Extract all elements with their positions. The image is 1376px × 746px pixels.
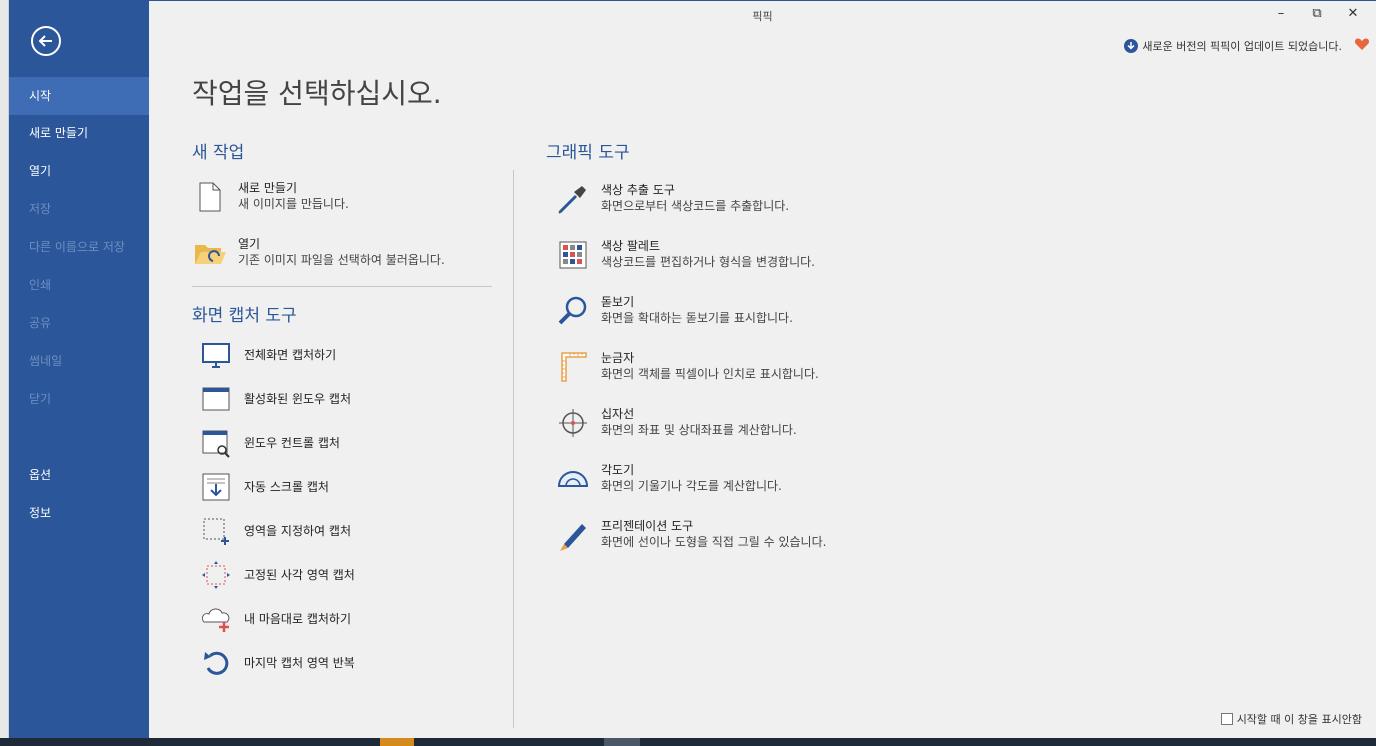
graphic-item-ruler[interactable]: 눈금자 화면의 객체를 픽셀이나 인치로 표시합니다. <box>555 350 819 384</box>
sidebar-item-new[interactable]: 새로 만들기 <box>9 114 149 152</box>
new-task-title: 새 작업 <box>192 143 245 163</box>
column-divider <box>513 170 514 728</box>
taskbar-app-button[interactable] <box>604 738 640 746</box>
capture-item-freehand[interactable]: 내 마음대로 캡처하기 <box>198 602 351 636</box>
presentation-desc: 화면에 선이나 도형을 직접 그릴 수 있습니다. <box>601 535 827 549</box>
open-item[interactable]: 열기 기존 이미지 파일을 선택하여 불러옵니다. <box>192 236 445 270</box>
checkbox-box[interactable] <box>1220 713 1233 725</box>
capture-item-active-window[interactable]: 활성화된 윈도우 캡처 <box>198 382 351 416</box>
sidebar-item-start[interactable]: 시작 <box>9 77 149 115</box>
eyedropper-desc: 화면으로부터 색상코드를 추출합니다. <box>601 199 790 213</box>
capture-window-control-label: 윈도우 컨트롤 캡처 <box>244 436 340 450</box>
desktop-edge <box>0 0 9 746</box>
pen-icon <box>560 524 586 551</box>
dont-show-checkbox[interactable]: 시작할 때 이 창을 표시안함 <box>1220 711 1362 727</box>
sidebar-item-save[interactable]: 저장 <box>9 190 149 228</box>
presentation-label: 프리젠테이션 도구 <box>601 519 694 533</box>
graphic-item-eyedropper[interactable]: 색상 추출 도구 화면으로부터 색상코드를 추출합니다. <box>555 182 789 216</box>
new-file-icon <box>199 182 221 212</box>
capture-fixed-region-label: 고정된 사각 영역 캡처 <box>244 568 355 582</box>
capture-fullscreen-label: 전체화면 캡처하기 <box>244 348 337 362</box>
freehand-capture-icon <box>201 608 230 632</box>
capture-item-fixed-region[interactable]: 고정된 사각 영역 캡처 <box>198 558 355 592</box>
palette-desc: 색상코드를 편집하거나 형식을 변경합니다. <box>601 255 815 269</box>
crosshair-icon <box>559 409 587 437</box>
fixed-region-icon <box>202 561 230 589</box>
magnifier-desc: 화면을 확대하는 돋보기를 표시합니다. <box>601 311 793 325</box>
graphic-item-presentation[interactable]: 프리젠테이션 도구 화면에 선이나 도형을 직접 그릴 수 있습니다. <box>555 518 826 552</box>
taskbar <box>0 738 1376 746</box>
palette-icon <box>559 241 587 269</box>
close-button[interactable]: ✕ <box>1342 6 1364 26</box>
region-capture-icon <box>203 518 229 545</box>
ruler-icon <box>561 352 587 382</box>
window-top-border <box>149 0 1376 1</box>
palette-label: 색상 팔레트 <box>601 239 661 253</box>
dont-show-label: 시작할 때 이 창을 표시안함 <box>1236 713 1362 726</box>
repeat-capture-icon <box>204 651 229 675</box>
capture-repeat-label: 마지막 캡처 영역 반복 <box>244 656 355 670</box>
magnifier-label: 돋보기 <box>601 295 635 309</box>
crosshair-desc: 화면의 좌표 및 상대좌표를 계산합니다. <box>601 423 797 437</box>
window-control-icon <box>202 430 230 458</box>
ruler-desc: 화면의 객체를 픽셀이나 인치로 표시합니다. <box>601 367 819 381</box>
download-icon <box>1124 39 1139 53</box>
monitor-icon <box>202 343 230 368</box>
heart-icon[interactable] <box>1354 36 1370 52</box>
arrow-left-icon <box>38 35 52 47</box>
capture-item-fullscreen[interactable]: 전체화면 캡처하기 <box>198 338 336 372</box>
capture-active-window-label: 활성화된 윈도우 캡처 <box>244 392 351 406</box>
capture-item-scroll[interactable]: 자동 스크롤 캡처 <box>198 470 329 504</box>
eyedropper-label: 색상 추출 도구 <box>601 183 675 197</box>
restore-button[interactable]: ⧉ <box>1306 6 1328 26</box>
page-title: 작업을 선택하십시오. <box>192 77 442 110</box>
capture-scroll-label: 자동 스크롤 캡처 <box>244 480 329 494</box>
new-file-desc: 새 이미지를 만듭니다. <box>238 197 349 211</box>
sidebar-item-info[interactable]: 정보 <box>9 494 149 532</box>
crosshair-label: 십자선 <box>601 407 635 421</box>
eyedropper-icon <box>558 186 586 214</box>
new-file-item[interactable]: 새로 만들기 새 이미지를 만듭니다. <box>192 180 349 214</box>
sidebar: 시작 새로 만들기 열기 저장 다른 이름으로 저장 인쇄 공유 썸네일 닫기 … <box>9 0 149 738</box>
capture-item-region[interactable]: 영역을 지정하여 캡처 <box>198 514 351 548</box>
sidebar-item-share[interactable]: 공유 <box>9 304 149 342</box>
back-button[interactable] <box>31 26 61 56</box>
graphic-title: 그래픽 도구 <box>546 143 630 163</box>
update-notice[interactable]: 새로운 버전의 픽픽이 업데이트 되었습니다. <box>1124 38 1342 54</box>
open-label: 열기 <box>238 237 261 251</box>
protractor-label: 각도기 <box>601 463 635 477</box>
sidebar-item-print[interactable]: 인쇄 <box>9 266 149 304</box>
ruler-label: 눈금자 <box>601 351 635 365</box>
capture-region-label: 영역을 지정하여 캡처 <box>244 524 351 538</box>
protractor-icon <box>557 471 589 487</box>
taskbar-app-button[interactable] <box>380 738 414 746</box>
update-notice-text: 새로운 버전의 픽픽이 업데이트 되었습니다. <box>1142 40 1342 53</box>
magnifier-icon <box>558 296 587 325</box>
sidebar-item-open[interactable]: 열기 <box>9 152 149 190</box>
capture-title: 화면 캡처 도구 <box>192 306 297 326</box>
sidebar-item-options[interactable]: 옵션 <box>9 456 149 494</box>
window-title: 픽픽 <box>752 10 773 23</box>
graphic-item-crosshair[interactable]: 십자선 화면의 좌표 및 상대좌표를 계산합니다. <box>555 406 797 440</box>
sidebar-item-thumbnail[interactable]: 썸네일 <box>9 342 149 380</box>
capture-freehand-label: 내 마음대로 캡처하기 <box>244 612 351 626</box>
open-folder-icon <box>195 245 226 264</box>
minimize-button[interactable]: – <box>1270 6 1292 26</box>
open-desc: 기존 이미지 파일을 선택하여 불러옵니다. <box>238 253 445 267</box>
sidebar-item-save-as[interactable]: 다른 이름으로 저장 <box>9 228 149 266</box>
capture-item-repeat[interactable]: 마지막 캡처 영역 반복 <box>198 646 355 680</box>
section-divider <box>192 286 492 287</box>
window-icon <box>202 387 230 411</box>
protractor-desc: 화면의 기울기나 각도를 계산합니다. <box>601 479 782 493</box>
scroll-capture-icon <box>202 473 230 501</box>
graphic-item-magnifier[interactable]: 돋보기 화면을 확대하는 돋보기를 표시합니다. <box>555 294 793 328</box>
graphic-item-protractor[interactable]: 각도기 화면의 기울기나 각도를 계산합니다. <box>555 462 782 496</box>
new-file-label: 새로 만들기 <box>238 181 298 195</box>
capture-item-window-control[interactable]: 윈도우 컨트롤 캡처 <box>198 426 340 460</box>
graphic-item-palette[interactable]: 색상 팔레트 색상코드를 편집하거나 형식을 변경합니다. <box>555 238 815 272</box>
sidebar-item-close[interactable]: 닫기 <box>9 380 149 418</box>
